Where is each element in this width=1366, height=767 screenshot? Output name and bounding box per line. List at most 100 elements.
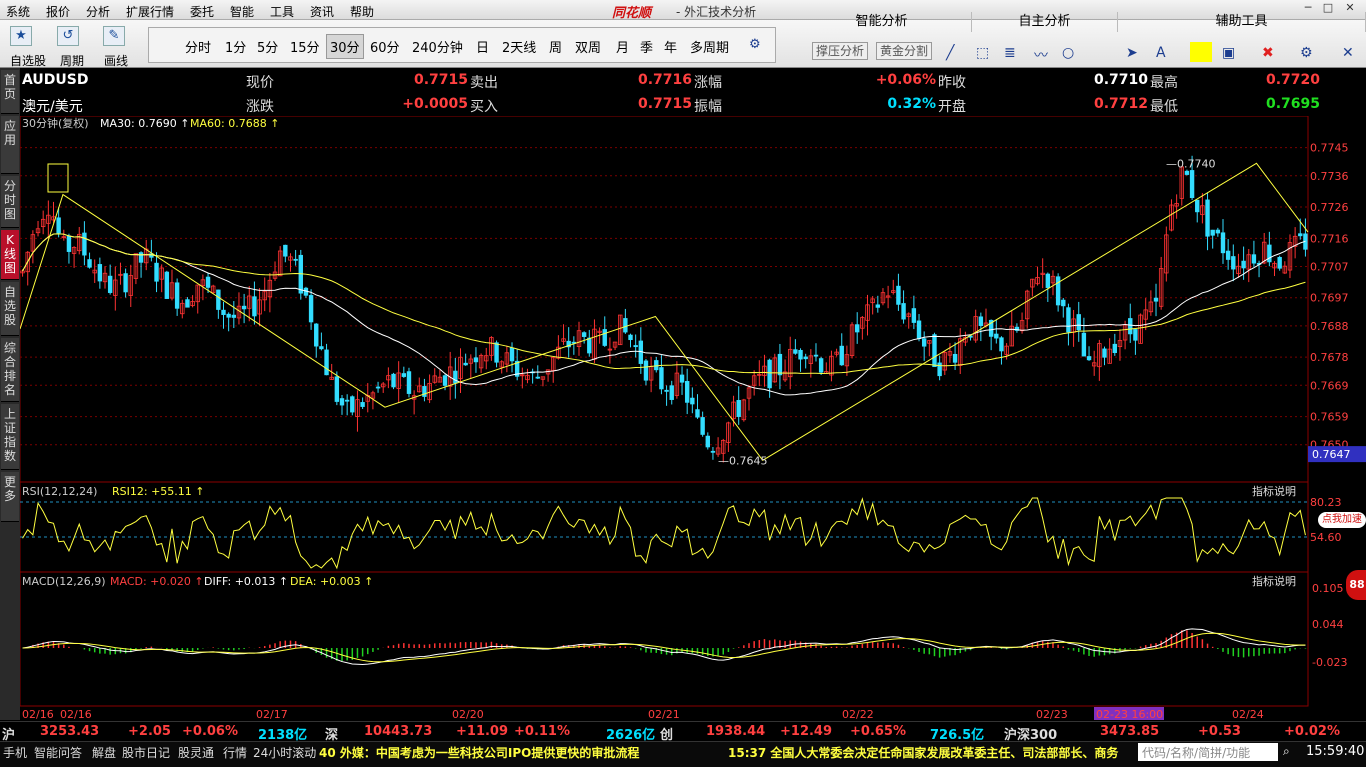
period-icon[interactable]: ↺	[57, 26, 79, 46]
status-diary[interactable]: 股市日记	[122, 744, 170, 761]
fib-tool-icon[interactable]: ≣	[1004, 45, 1016, 61]
quote-label: 现价	[246, 75, 274, 91]
menu-smart[interactable]: 智能	[230, 3, 254, 20]
menu-system[interactable]: 系统	[6, 3, 30, 20]
status-gltong[interactable]: 股灵通	[178, 744, 214, 761]
period-day[interactable]: 日	[476, 37, 489, 56]
diff-label: DIFF: +0.013 ↑	[204, 575, 288, 588]
menu-analysis[interactable]: 分析	[86, 3, 110, 20]
rsi-tick-label: 80.23	[1310, 496, 1342, 509]
tab-smart-analysis[interactable]: 智能分析	[792, 12, 972, 32]
period-week[interactable]: 周	[549, 37, 562, 56]
side-tab-home[interactable]: 首页	[1, 70, 19, 114]
price-tick-label: 0.7707	[1310, 260, 1349, 273]
candle-body	[1086, 356, 1092, 361]
candle-body	[226, 313, 231, 318]
period-label[interactable]: 周期	[60, 52, 84, 69]
period-5m[interactable]: 5分	[257, 37, 278, 56]
candle-body	[123, 273, 128, 293]
candle-body	[705, 435, 710, 448]
candle-body	[1055, 276, 1061, 306]
period-30m[interactable]: 30分	[326, 34, 364, 59]
tab-self-analysis[interactable]: 自主分析	[972, 12, 1118, 32]
candle-body	[185, 299, 190, 308]
candle-body	[314, 323, 319, 347]
circle-tool-icon[interactable]: ○	[1062, 45, 1074, 61]
candle-body	[463, 362, 468, 366]
news-ticker-2[interactable]: 15:37 全国人大常委会决定任命国家发展改革委主任、司法部部长、商务	[728, 744, 1136, 761]
text-tool-icon[interactable]: A	[1156, 45, 1166, 61]
pressure-analysis-button[interactable]: 撑压分析	[812, 42, 869, 60]
draw-settings-gear-icon[interactable]: ⚙	[1300, 45, 1313, 61]
period-2week[interactable]: 双周	[575, 37, 601, 56]
search-icon[interactable]: ⌕	[1283, 744, 1290, 759]
kline-chart[interactable]: 0.7745 0.7736 0.7726 0.7716 0.7707 0.7697 0.76…	[19, 115, 1366, 721]
period-2day[interactable]: 2天线	[502, 37, 536, 56]
menu-quote[interactable]: 报价	[46, 3, 70, 20]
period-month[interactable]: 月	[616, 37, 629, 56]
wave-tool-icon[interactable]: 〰	[1034, 45, 1048, 65]
close-panel-icon[interactable]: ✕	[1342, 45, 1354, 61]
color-picker-icon[interactable]	[1190, 42, 1212, 62]
delete-draw-icon[interactable]: ✖	[1262, 45, 1274, 61]
menu-order[interactable]: 委托	[190, 3, 214, 20]
period-quarter[interactable]: 季	[640, 37, 653, 56]
candle-body	[736, 400, 741, 417]
period-60m[interactable]: 60分	[370, 37, 400, 56]
date-tick-label: 02/24	[1232, 708, 1264, 720]
side-tab-more[interactable]: 更多	[1, 472, 19, 522]
macd-tick-label: 0.044	[1312, 618, 1344, 631]
watchlist-label[interactable]: 自选股	[10, 52, 46, 69]
candle-body	[994, 333, 999, 339]
candle-body	[1241, 260, 1246, 269]
watchlist-icon[interactable]: ★	[10, 26, 32, 46]
save-draw-icon[interactable]: ▣	[1222, 45, 1235, 61]
tab-aux-tools[interactable]: 辅助工具	[1118, 12, 1366, 32]
status-24h[interactable]: 24小时滚动	[253, 744, 316, 761]
speedup-number-badge[interactable]: 88	[1346, 570, 1366, 600]
candle-body	[710, 450, 716, 453]
menu-info[interactable]: 资讯	[310, 3, 334, 20]
status-analysis[interactable]: 解盘	[92, 744, 116, 761]
status-mobile[interactable]: 手机	[3, 744, 27, 761]
side-tab-watchlist[interactable]: 自选股	[1, 282, 19, 336]
period-1m[interactable]: 1分	[225, 37, 246, 56]
period-240m[interactable]: 240分钟	[412, 37, 463, 56]
candle-body	[1277, 257, 1282, 269]
speedup-badge[interactable]: 点我加速	[1318, 512, 1366, 528]
search-input[interactable]: 代码/名称/简拼/功能	[1138, 743, 1278, 761]
side-tab-timeshare[interactable]: 分时图	[1, 176, 19, 228]
side-tab-kline[interactable]: K线图	[1, 230, 19, 280]
side-tab-shanghai-index[interactable]: 上证指数	[1, 404, 19, 470]
status-qa[interactable]: 智能问答	[34, 744, 82, 761]
candle-body	[1195, 199, 1200, 213]
status-market[interactable]: 行情	[223, 744, 247, 761]
side-tab-apps[interactable]: 应用	[1, 116, 19, 174]
rect-tool-icon[interactable]: ⬚	[976, 45, 989, 61]
period-settings-gear-icon[interactable]: ⚙	[749, 37, 761, 52]
period-multi[interactable]: 多周期	[690, 37, 729, 56]
menu-tools[interactable]: 工具	[270, 3, 294, 20]
candle-body	[1076, 314, 1081, 331]
chart-area[interactable]: 0.7745 0.7736 0.7726 0.7716 0.7707 0.7697 0.76…	[19, 115, 1366, 721]
period-tick[interactable]: 分时	[185, 37, 211, 56]
candle-body	[602, 329, 607, 346]
pointer-icon[interactable]: ➤	[1126, 45, 1138, 61]
period-year[interactable]: 年	[664, 37, 677, 56]
draw-line-icon[interactable]: ✎	[103, 26, 125, 46]
dea-label: DEA: +0.003 ↑	[290, 575, 373, 588]
period-15m[interactable]: 15分	[290, 37, 320, 56]
date-tick-label: 02/16	[22, 708, 54, 720]
price-tick-label: 0.7678	[1310, 351, 1349, 364]
quote-value: 0.7712	[1093, 96, 1148, 112]
candle-body	[911, 308, 917, 323]
line-tool-icon[interactable]: ╱	[946, 45, 954, 61]
candle-body	[453, 370, 458, 384]
side-tab-ranking[interactable]: 综合排名	[1, 338, 19, 402]
menu-help[interactable]: 帮助	[350, 3, 374, 20]
ticker-item: +2.05	[128, 724, 171, 739]
news-ticker-1[interactable]: 40 外媒：中国考虑为一些科技公司IPO提供更快的审批流程	[319, 744, 639, 761]
menu-extended[interactable]: 扩展行情	[126, 3, 174, 20]
draw-line-label[interactable]: 画线	[104, 52, 128, 69]
golden-split-button[interactable]: 黄金分割	[876, 42, 933, 60]
